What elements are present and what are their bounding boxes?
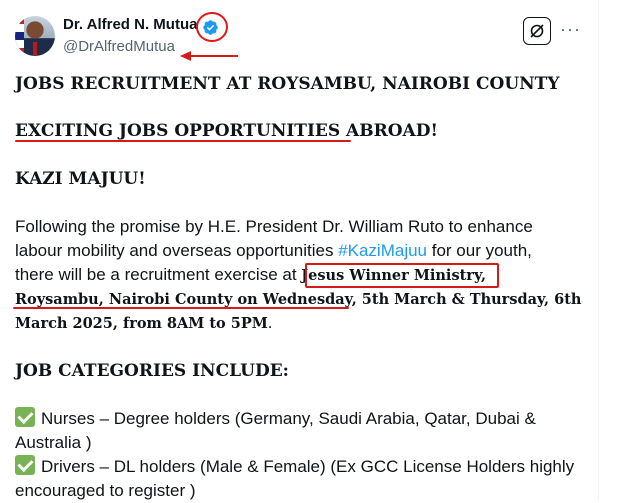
avatar-tie [33, 42, 37, 56]
post-paragraph-line: March 2025, from 8AM to 5PM. [15, 311, 273, 336]
post-heading-recruitment: JOBS RECRUITMENT AT ROYSAMBU, NAIROBI CO… [15, 74, 560, 94]
category-item: Nurses – Degree holders (Germany, Saudi … [15, 407, 536, 431]
author-handle[interactable]: @DrAlfredMutua [63, 37, 175, 57]
post-text: , 5th March & Thursday, 6th [351, 291, 582, 308]
grok-button[interactable] [523, 17, 551, 45]
category-text: Nurses – Degree holders (Germany, Saudi … [41, 409, 536, 428]
grok-icon [530, 24, 544, 38]
post-text: March 2025, from 8AM to 5PM [15, 315, 268, 332]
column-divider [598, 0, 599, 500]
post-paragraph-line: Following the promise by H.E. President … [15, 217, 533, 236]
more-button[interactable]: ··· [560, 20, 580, 42]
check-mark-button-icon [15, 455, 35, 475]
hashtag-link[interactable]: #KaziMajuu [338, 241, 427, 260]
avatar-flag [15, 16, 24, 56]
annotation-arrow [180, 51, 238, 61]
check-mark-button-icon [15, 407, 35, 427]
post-text: labour mobility and overseas opportuniti… [15, 241, 339, 260]
location-date-text: Roysambu, Nairobi County on Wednesday [15, 291, 352, 308]
post-text: . [267, 313, 273, 332]
category-text: Drivers – DL holders (Male & Female) (Ex… [41, 457, 575, 476]
verified-highlight-circle [196, 12, 228, 42]
annotation-underline-exciting [15, 140, 351, 142]
post-text: there will be a recruitment exercise at [15, 265, 302, 284]
author-display-name[interactable]: Dr. Alfred N. Mutua [63, 15, 197, 35]
category-item-continued: Australia ) [15, 433, 92, 452]
category-item-continued: encouraged to register ) [15, 481, 196, 500]
categories-heading: JOB CATEGORIES INCLUDE: [15, 361, 289, 381]
annotation-underline-location [13, 307, 349, 309]
post-paragraph-line: labour mobility and overseas opportuniti… [15, 239, 532, 263]
avatar[interactable] [15, 16, 55, 56]
more-icon: ··· [560, 19, 581, 39]
category-item: Drivers – DL holders (Male & Female) (Ex… [15, 455, 574, 479]
post-text: for our youth, [427, 241, 532, 260]
annotation-box-venue [305, 263, 499, 288]
post-heading-kazi-majuu: KAZI MAJUU! [15, 169, 146, 189]
